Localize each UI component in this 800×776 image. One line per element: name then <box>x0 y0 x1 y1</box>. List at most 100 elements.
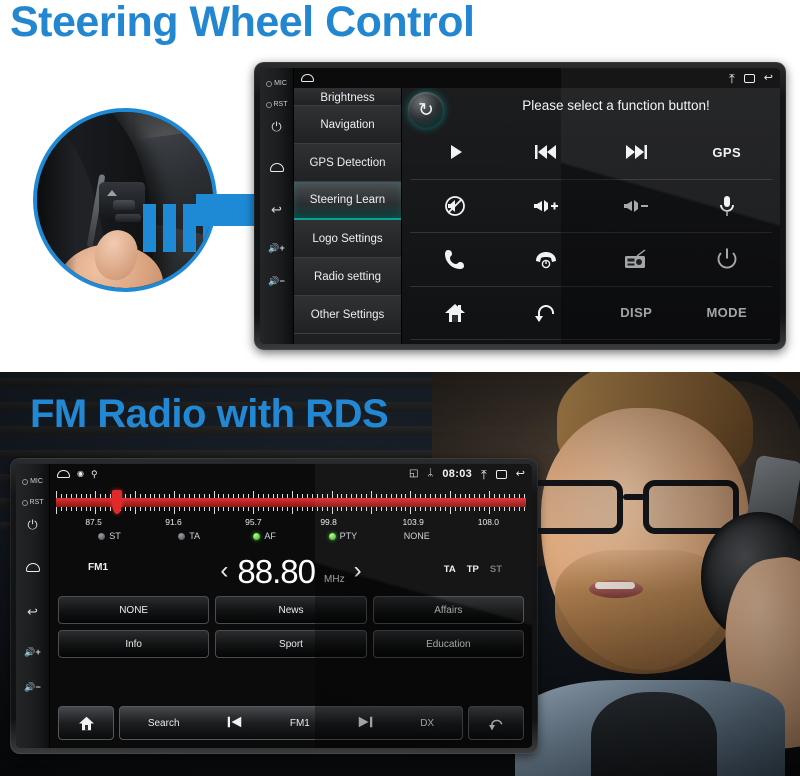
function-back[interactable] <box>500 287 591 340</box>
scale-tick <box>331 507 333 514</box>
function-display-label: DISP <box>620 305 653 321</box>
statusbar-back-icon[interactable]: ↩ <box>764 72 773 84</box>
scale-tick <box>252 507 254 514</box>
toolbar-dx-button[interactable]: DX <box>420 718 434 729</box>
toolbar-search-button[interactable]: Search <box>148 718 180 729</box>
rail-button-reset[interactable]: RST <box>265 101 288 108</box>
menu-item-navigation[interactable]: Navigation <box>294 106 401 144</box>
frequency-value: 88.80 <box>237 552 316 590</box>
scale-tick <box>95 507 97 514</box>
menu-item-brightness[interactable]: Brightness <box>294 88 401 106</box>
rds-indicator-ta[interactable]: TA <box>178 531 200 541</box>
rds-label-none: NONE <box>403 531 430 541</box>
function-volume-up[interactable] <box>500 180 591 233</box>
function-previous-track[interactable] <box>500 126 591 180</box>
statusbar-bluetooth-icon: ᛦ <box>427 468 434 479</box>
status-bar-top: ⤒ ↩ <box>294 68 780 88</box>
scale-tick <box>105 507 107 511</box>
rail-home-icon[interactable] <box>269 159 284 177</box>
rail-volume-up-icon-2[interactable]: 🔊+ <box>24 648 40 657</box>
toolbar-band-button[interactable]: FM1 <box>290 718 310 729</box>
scale-tick <box>159 507 161 511</box>
rail-back-icon[interactable]: ↩ <box>271 203 282 216</box>
function-voice-mic[interactable] <box>681 180 772 233</box>
toolbar-next-icon[interactable] <box>358 715 373 731</box>
rds-indicator-st[interactable]: ST <box>98 531 121 541</box>
scale-tick <box>449 491 451 498</box>
statusbar-signal-icon: ◱ <box>408 468 419 479</box>
function-volume-down[interactable] <box>591 180 682 233</box>
rail-button-mic-2[interactable]: MIC <box>22 478 43 485</box>
rail-power-icon-2[interactable]: ⏻ <box>27 518 37 531</box>
scale-tick <box>169 507 171 511</box>
function-gps[interactable]: GPS <box>681 126 772 180</box>
rds-indicator-af[interactable]: AF <box>253 531 276 541</box>
scale-tick <box>302 507 304 511</box>
function-call-answer[interactable] <box>410 233 501 287</box>
rds-indicator-row: ST TA AF PTY NONE <box>56 531 526 545</box>
rail-button-mic[interactable]: MIC <box>266 80 287 87</box>
scale-tick <box>100 507 102 511</box>
statusbar-home-icon-2[interactable] <box>57 470 70 478</box>
rail-label-reset-2: RST <box>29 499 44 506</box>
menu-item-gps-detection[interactable]: GPS Detection <box>294 144 401 182</box>
rail-button-reset-2[interactable]: RST <box>21 499 44 506</box>
statusbar-recents-icon[interactable] <box>743 73 755 83</box>
flag-tp: TP <box>466 564 479 575</box>
scale-tick <box>110 507 112 511</box>
preset-none[interactable]: NONE <box>58 596 210 624</box>
frequency-prev-button[interactable]: ‹ <box>220 559 228 583</box>
function-button-area: ↻ Please select a function button! GPS D… <box>402 88 780 344</box>
rail-back-icon-2[interactable]: ↩ <box>27 605 38 618</box>
rds-indicator-pty[interactable]: PTY <box>328 531 357 541</box>
menu-label-radio-setting: Radio setting <box>313 270 382 283</box>
preset-news[interactable]: News <box>215 596 367 624</box>
scale-label-5: 108.0 <box>477 517 500 527</box>
sync-icon[interactable]: ↻ <box>408 92 444 128</box>
screen-radio: ◉ ⚲ ◱ ᛦ 08:03 ⤒ ↩ 87.5 91.6 95.7 99.8 10… <box>50 464 532 748</box>
scale-tick <box>56 491 57 498</box>
function-play[interactable] <box>410 126 501 180</box>
flag-ta: TA <box>443 564 456 575</box>
rail-home-icon-2[interactable] <box>25 559 40 577</box>
scale-tick <box>164 507 166 511</box>
statusbar-home-icon[interactable] <box>301 74 314 82</box>
menu-item-steering-learn[interactable]: Steering Learn <box>294 182 401 220</box>
rail-power-icon[interactable]: ⏻ <box>271 120 281 133</box>
toolbar-prev-icon[interactable] <box>227 715 242 731</box>
led-pty-icon <box>328 532 336 540</box>
function-mode[interactable]: MODE <box>681 287 772 340</box>
toolbar-center-group: Search FM1 DX <box>119 706 463 740</box>
statusbar-back-icon-2[interactable]: ↩ <box>516 468 525 480</box>
rail-volume-up-icon[interactable]: 🔊+ <box>268 244 284 253</box>
rail-volume-down-icon-2[interactable]: 🔊− <box>24 683 40 692</box>
scale-tick <box>420 507 422 511</box>
preset-sport[interactable]: Sport <box>215 630 367 658</box>
preset-info[interactable]: Info <box>58 630 210 658</box>
function-power[interactable] <box>681 233 772 287</box>
scale-tick <box>469 507 471 511</box>
function-call-end[interactable] <box>500 233 591 287</box>
function-radio[interactable] <box>591 233 682 287</box>
function-mute[interactable] <box>410 180 501 233</box>
scale-tick <box>375 507 377 511</box>
statusbar-collapse-icon-2[interactable]: ⤒ <box>481 468 487 481</box>
toolbar-home-button[interactable] <box>58 706 114 740</box>
toolbar-back-button[interactable] <box>468 706 524 740</box>
menu-item-radio-setting[interactable]: Radio setting <box>294 258 401 296</box>
menu-item-logo-settings[interactable]: Logo Settings <box>294 220 401 258</box>
statusbar-recents-icon-2[interactable] <box>495 469 507 479</box>
function-prompt: Please select a function button! <box>522 98 710 113</box>
frequency-next-button[interactable]: › <box>354 559 362 583</box>
statusbar-collapse-icon[interactable]: ⤒ <box>729 72 735 85</box>
scale-tick <box>385 507 387 511</box>
rail-volume-down-icon[interactable]: 🔊− <box>268 277 284 286</box>
preset-education[interactable]: Education <box>372 630 524 658</box>
preset-affairs[interactable]: Affairs <box>372 596 524 624</box>
function-display[interactable]: DISP <box>591 287 682 340</box>
function-next-track[interactable] <box>591 126 682 180</box>
menu-item-other-settings[interactable]: Other Settings <box>294 296 401 334</box>
function-home[interactable] <box>410 287 501 340</box>
scale-tick <box>311 507 313 511</box>
frequency-scale[interactable] <box>56 490 526 516</box>
